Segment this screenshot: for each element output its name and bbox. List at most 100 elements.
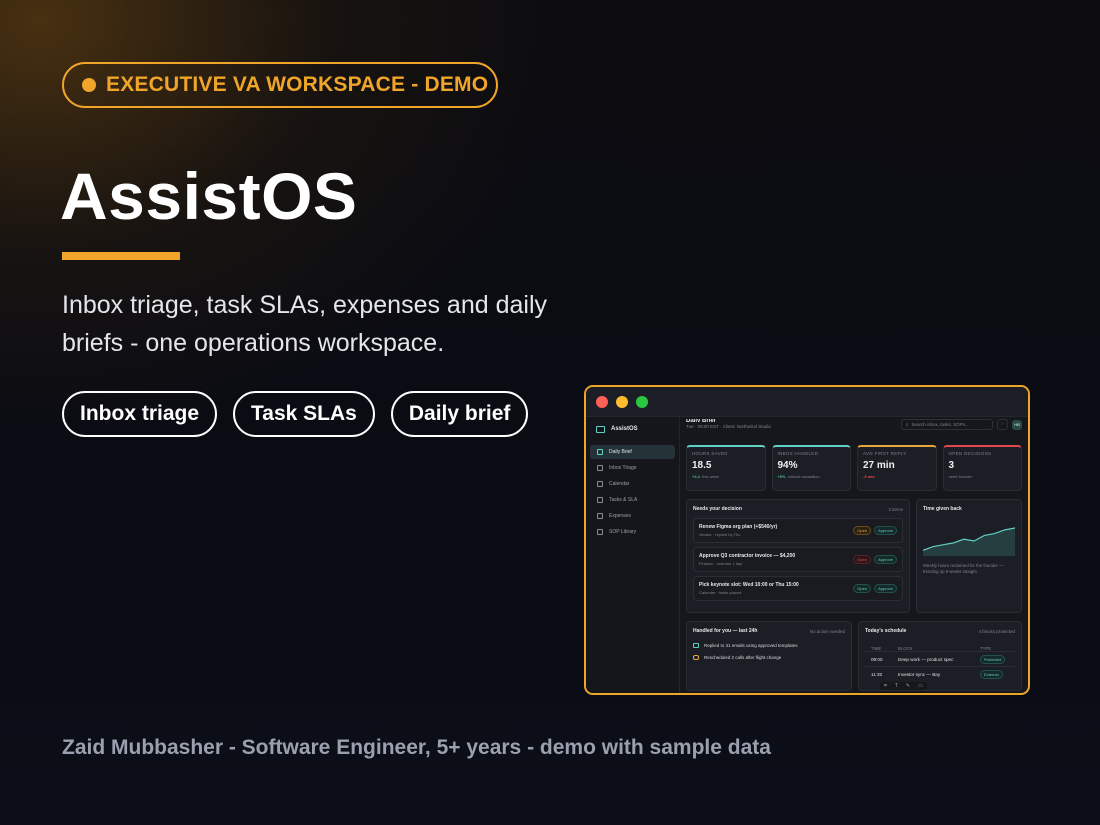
type-badge: Protected: [980, 654, 1006, 664]
decisions-panel: Needs your decision 3 items Renew Figma …: [686, 499, 910, 613]
status-badge: Open: [853, 555, 872, 564]
phone-icon: [693, 655, 699, 660]
kpi-label: AVG FIRST REPLY: [863, 451, 907, 456]
sidebar-item-label: Daily Brief: [609, 449, 632, 455]
app-page-subtitle: Tue · 09:00 EST · Client: Northwind Stud…: [686, 424, 772, 429]
comment-icon[interactable]: ▭: [918, 683, 923, 689]
kpi-delta: +2.4: [692, 474, 700, 479]
kpi-card-inbox-handled: INBOX HANDLED 94% +6% without escalation: [771, 445, 851, 491]
column-header: BLOCK: [898, 646, 913, 651]
sidebar-item-label: Expenses: [609, 513, 631, 519]
receipt-icon: [597, 513, 603, 519]
feature-chips: Inbox triage Task SLAs Daily brief: [62, 391, 529, 437]
decision-sub: Calendar · holds placed: [699, 590, 742, 595]
app-main: Daily Brief Tue · 09:00 EST · Client: No…: [680, 417, 1028, 693]
chip-task-slas[interactable]: Task SLAs: [233, 391, 375, 437]
panel-title: Today's schedule: [865, 628, 907, 634]
workspace-badge: EXECUTIVE VA WORKSPACE - DEMO: [62, 62, 498, 108]
handled-panel: Handled for you — last 24h No action nee…: [686, 621, 852, 691]
pen-icon[interactable]: ✎: [906, 683, 910, 689]
kpi-note: without escalation: [787, 474, 820, 479]
sidebar-item-calendar[interactable]: Calendar: [590, 477, 675, 491]
app-sidebar: AssistOS Daily Brief Inbox Triage Calend…: [586, 417, 680, 693]
crop-icon[interactable]: ⌗: [884, 683, 887, 689]
decision-item[interactable]: Renew Figma org plan (+$540/yr) Vendor ·…: [693, 518, 903, 543]
type-badge: External: [980, 669, 1003, 679]
sidebar-item-label: Tasks & SLA: [609, 497, 638, 503]
kpi-value: 18.5: [692, 460, 712, 471]
app-header: Daily Brief Tue · 09:00 EST · Client: No…: [686, 417, 1022, 441]
decision-title: Approve Q3 contractor invoice — $4,200: [699, 553, 796, 559]
table-row[interactable]: 09:00 Deep work — product spec Protected: [865, 651, 1015, 666]
kpi-value: 27 min: [863, 460, 895, 471]
column-header: TYPE: [980, 646, 992, 651]
sidebar-item-label: SOP Library: [609, 529, 637, 535]
status-badge: Open: [853, 526, 872, 535]
kpi-card-hours-saved: HOURS SAVED 18.5 +2.4 this week: [686, 445, 766, 491]
window-titlebar: [586, 387, 1028, 417]
panel-meta: No action needed: [809, 628, 845, 634]
chip-inbox-triage[interactable]: Inbox triage: [62, 391, 218, 437]
decision-title: Renew Figma org plan (+$540/yr): [699, 524, 778, 530]
title-underline: [62, 252, 180, 260]
sidebar-item-label: Calendar: [609, 481, 630, 487]
decision-title: Pick keynote slot: Wed 10:00 or Thu 15:0…: [699, 582, 799, 588]
floating-toolbar: ⌗ T ✎ ▭: [880, 682, 927, 690]
kpi-note: this week: [702, 474, 719, 479]
sidebar-item-daily-brief[interactable]: Daily Brief: [590, 445, 675, 459]
kpi-label: OPEN DECISIONS: [948, 451, 992, 456]
approve-button[interactable]: Approve: [874, 584, 897, 593]
row-block: Deep work — product spec: [898, 656, 954, 662]
panel-meta: 4 blocks protected: [978, 628, 1015, 634]
decision-sub: Vendor · replied by Thu: [699, 532, 741, 537]
kpi-delta: -9 min: [863, 474, 875, 479]
decision-sub: Finance · overdue 1 day: [699, 561, 743, 566]
schedule-table-header: TIME BLOCK TYPE: [865, 646, 1015, 651]
sparkline-area: [923, 528, 1015, 556]
handled-item: Replied to 31 emails using approved temp…: [693, 643, 845, 648]
book-icon: [597, 529, 603, 535]
checkbox-icon: [597, 497, 603, 503]
minimize-window-icon[interactable]: [616, 395, 628, 408]
sidebar-item-label: Inbox Triage: [609, 465, 637, 471]
kpi-card-avg-first-reply: AVG FIRST REPLY 27 min -9 min: [857, 445, 937, 491]
kpi-label: HOURS SAVED: [692, 451, 728, 456]
handled-text: Replied to 31 emails using approved temp…: [704, 643, 798, 648]
hero-subtitle: Inbox triage, task SLAs, expenses and da…: [62, 291, 548, 357]
hours-trend-sparkline: [922, 527, 1016, 556]
sidebar-item-sop-library[interactable]: SOP Library: [590, 525, 675, 539]
calendar-icon: [597, 481, 603, 487]
time-back-caption: Weekly hours reclaimed for the founder —…: [923, 563, 1004, 574]
kpi-label: INBOX HANDLED: [777, 451, 819, 456]
search-input[interactable]: ⌕ Search inbox, tasks, SOPs...: [901, 419, 993, 430]
search-icon: ⌕: [906, 422, 909, 427]
kpi-value: 94%: [777, 460, 798, 471]
panel-title: Time given back: [923, 506, 962, 512]
page-title: AssistOS: [60, 159, 358, 233]
panel-title: Needs your decision: [693, 506, 742, 512]
app-page-title: Daily Brief: [686, 419, 716, 422]
row-block: Investor sync — Bay: [898, 671, 941, 677]
chip-daily-brief[interactable]: Daily brief: [390, 391, 529, 437]
sidebar-item-expenses[interactable]: Expenses: [590, 509, 675, 523]
app-screenshot-window: AssistOS Daily Brief Inbox Triage Calend…: [584, 385, 1030, 695]
kpi-card-open-decisions: OPEN DECISIONS 3 need founder: [942, 445, 1022, 491]
decision-item[interactable]: Pick keynote slot: Wed 10:00 or Thu 15:0…: [693, 576, 903, 601]
table-row[interactable]: 11:30 Investor sync — Bay External: [865, 666, 1015, 681]
handled-text: Rescheduled 2 calls after flight change: [704, 655, 782, 660]
panel-title: Handled for you — last 24h: [693, 628, 758, 634]
sidebar-item-inbox-triage[interactable]: Inbox Triage: [590, 461, 675, 475]
text-icon[interactable]: T: [895, 683, 898, 689]
approve-button[interactable]: Approve: [874, 555, 897, 564]
column-header: TIME: [871, 646, 882, 651]
kpi-row: HOURS SAVED 18.5 +2.4 this week INBOX HA…: [686, 445, 1022, 491]
status-dot-icon: [82, 78, 96, 92]
bell-icon[interactable]: ◌: [997, 419, 1008, 430]
close-window-icon[interactable]: [596, 395, 608, 408]
approve-button[interactable]: Approve: [874, 526, 897, 535]
maximize-window-icon[interactable]: [636, 395, 648, 408]
sidebar-item-tasks-sla[interactable]: Tasks & SLA: [590, 493, 675, 507]
search-placeholder: Search inbox, tasks, SOPs...: [911, 422, 969, 427]
decision-item[interactable]: Approve Q3 contractor invoice — $4,200 F…: [693, 547, 903, 572]
avatar[interactable]: HB: [1012, 419, 1022, 430]
